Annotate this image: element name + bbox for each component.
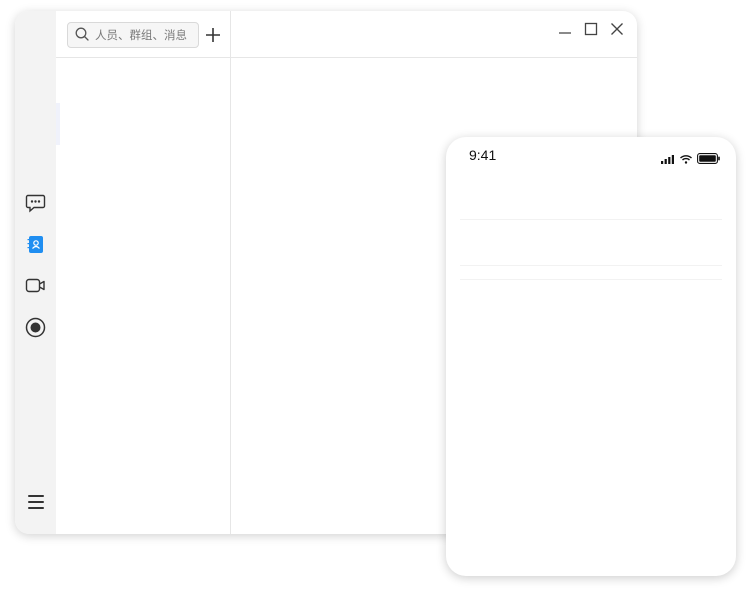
search-input[interactable] xyxy=(95,25,191,45)
status-icons xyxy=(661,149,720,168)
phone-divider xyxy=(460,219,722,220)
video-camera-icon[interactable] xyxy=(25,275,46,296)
status-time: 9:41 xyxy=(469,147,497,163)
battery-icon xyxy=(697,149,720,168)
plus-icon xyxy=(206,28,220,42)
list-panel xyxy=(56,11,231,534)
record-icon[interactable] xyxy=(25,317,46,338)
chat-bubble-icon[interactable] xyxy=(25,192,46,213)
hamburger-menu-icon[interactable] xyxy=(25,491,47,513)
maximize-icon[interactable] xyxy=(583,21,599,37)
phone-divider xyxy=(460,265,722,266)
wifi-icon xyxy=(680,149,692,168)
phone-frame: 9:41 xyxy=(446,137,736,576)
signal-icon xyxy=(661,149,675,168)
search-box[interactable] xyxy=(67,22,199,48)
list-header xyxy=(56,11,230,58)
minimize-icon[interactable] xyxy=(557,21,573,37)
phone-divider xyxy=(460,279,722,280)
content-header xyxy=(231,11,637,58)
search-icon xyxy=(75,26,89,45)
add-button[interactable] xyxy=(203,25,223,45)
close-icon[interactable] xyxy=(609,21,625,37)
sidebar xyxy=(15,11,56,534)
contacts-book-icon[interactable] xyxy=(25,234,46,255)
